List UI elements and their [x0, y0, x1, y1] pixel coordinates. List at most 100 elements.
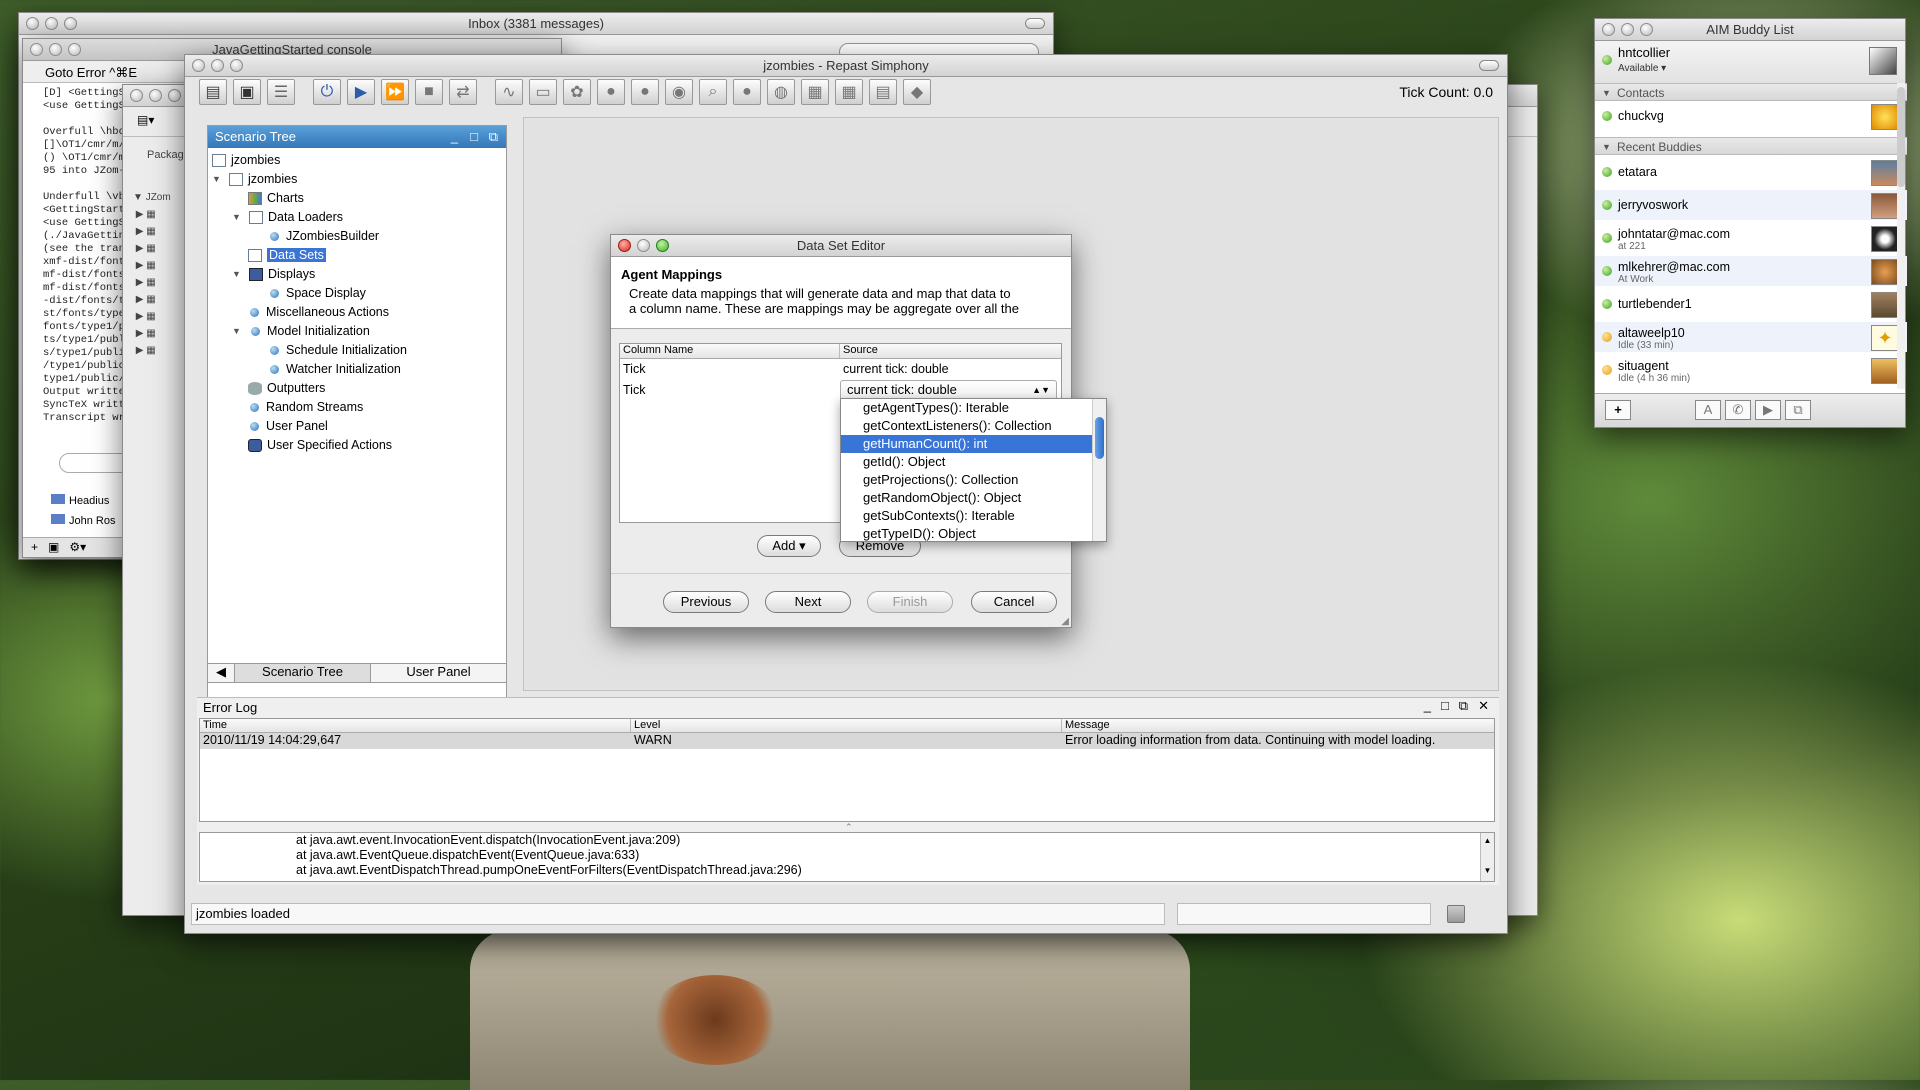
add-button[interactable]: Add ▾ — [757, 535, 821, 557]
feed-item[interactable]: John Ros — [51, 511, 115, 531]
finish-button[interactable]: Finish — [867, 591, 953, 613]
tool-icon[interactable]: ● — [733, 79, 761, 105]
trace-scrollbar[interactable]: ▲ ▼ — [1480, 833, 1494, 881]
tool-icon[interactable]: ● — [631, 79, 659, 105]
table-row[interactable]: Tick current tick: double — [620, 359, 1061, 379]
tool-icon[interactable]: ◍ — [767, 79, 795, 105]
tree-node-root[interactable]: jzombies — [212, 153, 280, 167]
tool-icon[interactable]: ▦ — [835, 79, 863, 105]
tab-scroll-left[interactable]: ◀ — [208, 664, 234, 682]
dropdown-option[interactable]: getSubContexts(): Iterable — [841, 507, 1106, 525]
tool-icon[interactable]: ▤ — [869, 79, 897, 105]
tree-node-data-sets[interactable]: Data Sets — [248, 248, 326, 262]
group-recent-buddies[interactable]: Recent Buddies — [1595, 137, 1907, 156]
tree-node-misc-actions[interactable]: Miscellaneous Actions — [248, 305, 389, 319]
dropdown-option[interactable]: getId(): Object — [841, 453, 1106, 471]
col-column-name[interactable]: Column Name — [620, 344, 840, 358]
tool-icon[interactable]: ✿ — [563, 79, 591, 105]
table-row[interactable]: 2010/11/19 14:04:29,647 WARN Error loadi… — [200, 733, 1494, 749]
restore-icon[interactable]: □ — [1441, 698, 1449, 714]
package-explorer-tab[interactable]: Packag — [133, 145, 188, 167]
user-status-menu[interactable]: Available ▾ — [1618, 63, 1666, 74]
maximize-icon[interactable]: ⧉ — [1459, 698, 1468, 714]
buddy-item[interactable]: altaweelp10 Idle (33 min) ✦ — [1595, 322, 1907, 352]
col-message[interactable]: Message — [1062, 719, 1494, 732]
phone-icon[interactable]: ✆ — [1725, 400, 1751, 420]
tool-icon[interactable]: ▦ — [801, 79, 829, 105]
expand-icon[interactable]: ▼ — [232, 269, 244, 279]
video-icon[interactable]: ▶ — [1755, 400, 1781, 420]
buddy-item[interactable]: jerryvoswork — [1595, 190, 1907, 220]
tree-node-user-actions[interactable]: User Specified Actions — [248, 438, 392, 452]
aim-titlebar[interactable]: AIM Buddy List — [1595, 19, 1905, 41]
gear-icon[interactable]: ⚙▾ — [69, 540, 86, 554]
previous-button[interactable]: Previous — [663, 591, 749, 613]
buddy-item[interactable]: johntatar@mac.com at 221 — [1595, 223, 1907, 253]
tree-node-watcher-init[interactable]: Watcher Initialization — [268, 362, 401, 376]
start-run-icon[interactable]: ▶ — [347, 79, 375, 105]
buddy-item[interactable]: mlkehrer@mac.com At Work — [1595, 256, 1907, 286]
dropdown-option-selected[interactable]: getHumanCount(): int — [841, 435, 1106, 453]
minimize-icon[interactable]: _ — [1424, 698, 1431, 714]
aim-scrollbar[interactable] — [1897, 83, 1905, 389]
group-contacts[interactable]: Contacts — [1595, 83, 1907, 102]
source-select[interactable]: current tick: double ▲▼ — [840, 380, 1057, 400]
tool-icon[interactable]: ◉ — [665, 79, 693, 105]
reset-run-icon[interactable]: ⇄ — [449, 79, 477, 105]
tree-node-project[interactable]: ▼ jzombies — [212, 172, 297, 186]
resize-grip-icon[interactable]: ◢ — [1061, 616, 1069, 627]
dropdown-option[interactable]: getContextListeners(): Collection — [841, 417, 1106, 435]
initialize-icon[interactable]: ⏻ — [313, 79, 341, 105]
user-avatar[interactable] — [1869, 47, 1897, 75]
tree-node-space-display[interactable]: Space Display — [268, 286, 366, 300]
buddy-item[interactable]: situagent Idle (4 h 36 min) — [1595, 355, 1907, 385]
cancel-button[interactable]: Cancel — [971, 591, 1057, 613]
tab-user-panel[interactable]: User Panel — [371, 664, 506, 682]
trash-icon[interactable] — [1447, 905, 1465, 923]
tree-node-schedule-init[interactable]: Schedule Initialization — [268, 343, 407, 357]
tree-node-charts[interactable]: Charts — [248, 191, 304, 205]
tree-node-model-init[interactable]: ▼ Model Initialization — [232, 324, 370, 338]
tool-icon[interactable]: ∿ — [495, 79, 523, 105]
add-buddy-icon[interactable]: + — [1605, 400, 1631, 420]
tool-icon[interactable]: ⌕ — [699, 79, 727, 105]
inbox-titlebar[interactable]: Inbox (3381 messages) — [19, 13, 1053, 35]
minimize-icon[interactable]: _ — [451, 126, 458, 148]
buddy-item[interactable]: chuckvg — [1595, 101, 1907, 131]
repast-titlebar[interactable]: jzombies - Repast Simphony — [185, 55, 1507, 77]
tree-node-user-panel[interactable]: User Panel — [248, 419, 328, 433]
dropdown-option[interactable]: getAgentTypes(): Iterable — [841, 399, 1106, 417]
feed-item[interactable]: Headius — [51, 491, 115, 511]
share-screen-icon[interactable]: ⧉ — [1785, 400, 1811, 420]
add-icon[interactable]: + — [31, 540, 38, 554]
dialog-titlebar[interactable]: Data Set Editor — [611, 235, 1071, 257]
next-button[interactable]: Next — [765, 591, 851, 613]
step-run-icon[interactable]: ⏩ — [381, 79, 409, 105]
buddy-item[interactable]: turtlebender1 — [1595, 289, 1907, 319]
scrollbar-thumb[interactable] — [1897, 87, 1905, 187]
buddy-item[interactable]: etatara — [1595, 157, 1907, 187]
dropdown-option[interactable]: getTypeID(): Object — [841, 525, 1106, 541]
expand-icon[interactable]: ▼ — [232, 212, 244, 222]
maximize-icon[interactable]: ⧉ — [489, 126, 498, 148]
tree-node-displays[interactable]: ▼ Displays — [232, 267, 315, 281]
text-chat-icon[interactable]: A — [1695, 400, 1721, 420]
tool-icon[interactable]: ◆ — [903, 79, 931, 105]
tree-node-builder[interactable]: JZombiesBuilder — [268, 229, 379, 243]
database-icon[interactable]: ☰ — [267, 79, 295, 105]
restore-icon[interactable]: □ — [470, 126, 478, 148]
dropdown-option[interactable]: getProjections(): Collection — [841, 471, 1106, 489]
open-icon[interactable]: ▤ — [199, 79, 227, 105]
col-source[interactable]: Source — [840, 344, 1061, 358]
dropdown-option[interactable]: getRandomObject(): Object — [841, 489, 1106, 507]
save-icon[interactable]: ▣ — [233, 79, 261, 105]
tool-icon[interactable]: ▭ — [529, 79, 557, 105]
tree-node-random-streams[interactable]: Random Streams — [248, 400, 363, 414]
col-level[interactable]: Level — [631, 719, 1062, 732]
expand-icon[interactable]: ▼ — [232, 326, 244, 336]
dropdown-scrollbar[interactable] — [1092, 399, 1106, 541]
close-icon[interactable]: ✕ — [1478, 698, 1489, 714]
scrollbar-thumb[interactable] — [1095, 417, 1104, 459]
expand-icon[interactable]: ▼ — [212, 174, 224, 184]
tree-node-data-loaders[interactable]: ▼ Data Loaders — [232, 210, 343, 224]
